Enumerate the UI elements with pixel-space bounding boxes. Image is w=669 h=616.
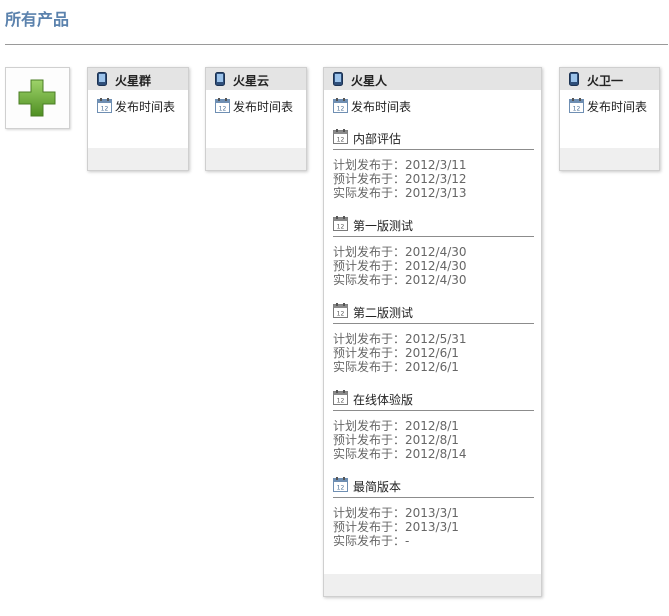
calendar-icon: 12 [97,98,112,113]
calendar-icon: 12 [333,216,348,231]
product-card-footer [324,574,541,596]
calendar-icon: 12 [333,129,348,144]
schedule-label: 发布时间表 [587,100,648,114]
release-dates: 计划发布于：2012/8/1 预计发布于：2012/8/1 实际发布于：2012… [333,411,534,461]
release-name: 第二版测试 [353,306,414,320]
release-item: 12 内部评估 计划发布于：2012/3/11 预计发布于：2012/3/12 … [333,129,534,200]
schedule-label: 发布时间表 [233,100,294,114]
svg-text:12: 12 [219,106,227,113]
actual-date: 实际发布于：2012/6/1 [333,360,459,374]
release-item: 12 第二版测试 计划发布于：2012/5/31 预计发布于：2012/6/1 … [333,303,534,374]
actual-date: 实际发布于：- [333,534,410,548]
release-item: 12 第一版测试 计划发布于：2012/4/30 预计发布于：2012/4/30… [333,216,534,287]
calendar-icon: 12 [569,98,584,113]
product-card: 火星人 12 发布时间表 12 内部评估 计划发布于：2012/3/11 预计发… [323,67,542,597]
release-item: 12 在线体验版 计划发布于：2012/8/1 预计发布于：2012/8/1 实… [333,390,534,461]
svg-text:12: 12 [337,106,345,113]
calendar-icon: 12 [333,390,348,405]
product-card-footer [88,148,188,170]
planned-date: 计划发布于：2012/4/30 [333,245,467,259]
product-card-header: 火星人 [324,68,541,90]
release-header[interactable]: 12 最简版本 [333,477,534,498]
phone-icon [215,72,225,86]
release-dates: 计划发布于：2013/3/1 预计发布于：2013/3/1 实际发布于：- [333,498,534,548]
release-name: 在线体验版 [353,393,414,407]
product-card-footer [560,148,659,170]
release-name: 内部评估 [353,132,402,146]
release-header[interactable]: 12 内部评估 [333,129,534,150]
estimated-date: 预计发布于：2012/8/1 [333,433,459,447]
release-header[interactable]: 12 第一版测试 [333,216,534,237]
release-dates: 计划发布于：2012/5/31 预计发布于：2012/6/1 实际发布于：201… [333,324,534,374]
release-name: 第一版测试 [353,219,414,233]
estimated-date: 预计发布于：2012/6/1 [333,346,459,360]
svg-text:12: 12 [337,311,345,318]
planned-date: 计划发布于：2012/8/1 [333,419,459,433]
product-name[interactable]: 火星云 [233,72,269,89]
plus-icon [18,79,56,117]
planned-date: 计划发布于：2013/3/1 [333,506,459,520]
product-name[interactable]: 火星群 [115,72,151,89]
phone-icon [97,72,107,86]
calendar-icon: 12 [333,303,348,318]
release-item: 12 最简版本 计划发布于：2013/3/1 预计发布于：2013/3/1 实际… [333,477,534,548]
planned-date: 计划发布于：2012/3/11 [333,158,467,172]
page-title: 所有产品 [5,10,70,29]
release-dates: 计划发布于：2012/3/11 预计发布于：2012/3/12 实际发布于：20… [333,150,534,200]
phone-icon [569,72,579,86]
planned-date: 计划发布于：2012/5/31 [333,332,467,346]
calendar-icon: 12 [215,98,230,113]
product-card: 火星群 12 发布时间表 [87,67,189,171]
svg-text:12: 12 [337,398,345,405]
actual-date: 实际发布于：2012/4/30 [333,273,467,287]
estimated-date: 预计发布于：2013/3/1 [333,520,459,534]
release-header[interactable]: 12 在线体验版 [333,390,534,411]
product-name[interactable]: 火星人 [351,72,387,89]
estimated-date: 预计发布于：2012/4/30 [333,259,467,273]
svg-text:12: 12 [573,106,581,113]
title-divider [5,44,668,45]
schedule-label: 发布时间表 [115,100,176,114]
product-card-header: 火卫一 [560,68,659,90]
release-dates: 计划发布于：2012/4/30 预计发布于：2012/4/30 实际发布于：20… [333,237,534,287]
calendar-icon: 12 [333,98,348,113]
actual-date: 实际发布于：2012/8/14 [333,447,467,461]
product-card-footer [206,148,306,170]
product-name[interactable]: 火卫一 [587,72,623,89]
svg-text:12: 12 [101,106,109,113]
actual-date: 实际发布于：2012/3/13 [333,186,467,200]
product-card: 火星云 12 发布时间表 [205,67,307,171]
release-header[interactable]: 12 第二版测试 [333,303,534,324]
svg-text:12: 12 [337,224,345,231]
svg-text:12: 12 [337,485,345,492]
release-name: 最简版本 [353,480,402,494]
schedule-label: 发布时间表 [351,100,412,114]
phone-icon [333,72,343,86]
svg-text:12: 12 [337,137,345,144]
estimated-date: 预计发布于：2012/3/12 [333,172,467,186]
product-card: 火卫一 12 发布时间表 [559,67,660,171]
product-card-header: 火星群 [88,68,188,90]
calendar-icon: 12 [333,477,348,492]
product-card-header: 火星云 [206,68,306,90]
add-product-button[interactable] [5,67,70,129]
